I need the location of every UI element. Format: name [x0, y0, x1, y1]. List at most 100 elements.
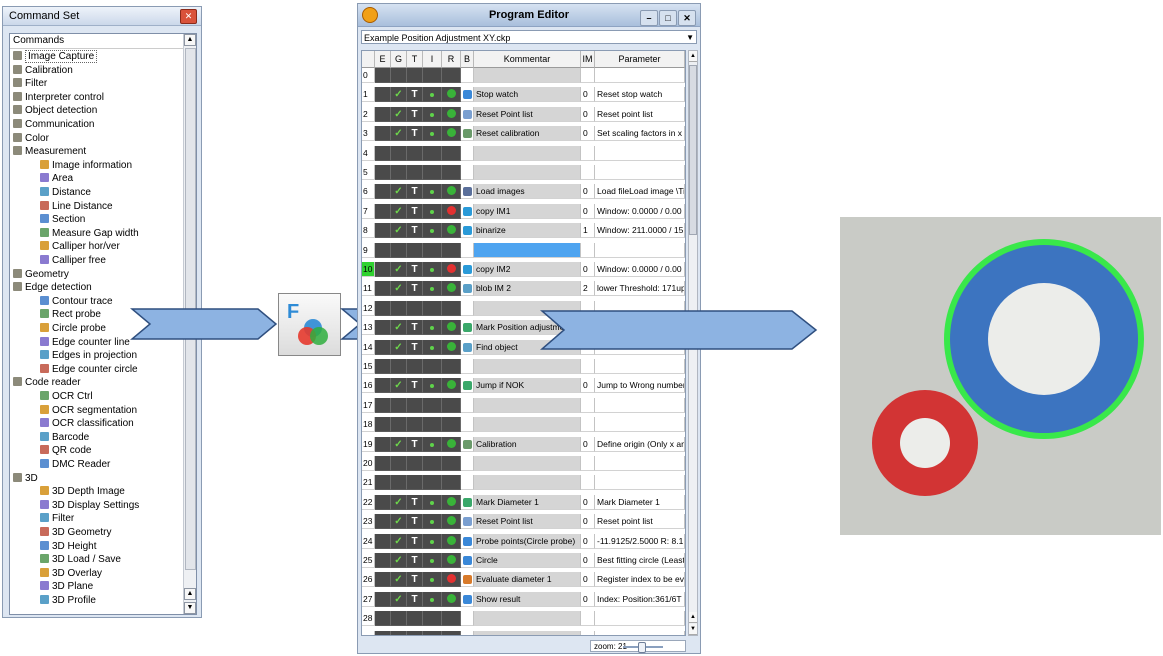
- flag-cell[interactable]: [375, 378, 391, 394]
- program-row[interactable]: 24 ✓ T Probe points(Circle probe) 0 -11.9125/…: [362, 533, 685, 549]
- image-dot-icon[interactable]: [423, 320, 442, 336]
- parameter-cell[interactable]: Reset stop watch: [595, 87, 685, 103]
- parameter-cell[interactable]: [595, 630, 685, 635]
- tree-item[interactable]: Calliper hor/ver: [40, 240, 120, 254]
- parameter-cell[interactable]: [595, 456, 685, 471]
- flag-cell[interactable]: [375, 494, 391, 510]
- program-row[interactable]: 22 ✓ T Mark Diameter 1 0 Mark Diameter 1: [362, 494, 685, 510]
- program-row[interactable]: 9: [362, 242, 685, 258]
- program-row[interactable]: 27 ✓ T Show result 0 Index: Position:361/6T: [362, 591, 685, 607]
- tree-item[interactable]: Code reader: [13, 376, 81, 390]
- tree-item[interactable]: OCR segmentation: [40, 404, 137, 418]
- comment-cell[interactable]: Reset Point list: [474, 514, 581, 530]
- result-ok-icon[interactable]: [442, 533, 461, 549]
- tree-item[interactable]: Calliper free: [40, 254, 106, 268]
- result-ok-icon[interactable]: [442, 320, 461, 336]
- comment-cell[interactable]: copy IM2: [474, 262, 581, 277]
- parameter-cell[interactable]: Define origin (Only x an: [595, 436, 685, 452]
- flag-cell[interactable]: [375, 126, 391, 142]
- result-ok-icon[interactable]: [442, 339, 461, 355]
- close-icon[interactable]: ✕: [678, 10, 696, 26]
- program-row[interactable]: 4: [362, 145, 685, 161]
- scroll-down-icon[interactable]: ▼: [689, 624, 697, 635]
- flag-cell[interactable]: [375, 339, 391, 355]
- tree-item[interactable]: 3D Display Settings: [40, 499, 139, 513]
- trigger-t-icon[interactable]: T: [407, 223, 423, 239]
- close-icon[interactable]: ✕: [180, 9, 197, 24]
- tree-item[interactable]: 3D Depth Image: [40, 485, 125, 499]
- parameter-cell[interactable]: [595, 475, 685, 491]
- tree-item[interactable]: Contour trace: [40, 295, 113, 309]
- scroll-down-icon[interactable]: ▼: [184, 602, 196, 614]
- comment-cell[interactable]: Load images: [474, 184, 581, 200]
- enabled-check-icon[interactable]: ✓: [391, 378, 407, 394]
- enabled-check-icon[interactable]: ✓: [391, 494, 407, 510]
- program-row[interactable]: 21: [362, 475, 685, 491]
- trigger-t-icon[interactable]: T: [407, 378, 423, 394]
- result-ok-icon[interactable]: [442, 436, 461, 452]
- program-row[interactable]: 29: [362, 630, 685, 635]
- flag-cell[interactable]: [375, 87, 391, 103]
- tree-item[interactable]: OCR Ctrl: [40, 390, 93, 404]
- enabled-check-icon[interactable]: ✓: [391, 184, 407, 200]
- im-cell[interactable]: [581, 145, 595, 161]
- program-row[interactable]: 5: [362, 165, 685, 180]
- result-ok-icon[interactable]: [442, 281, 461, 297]
- flag-cell[interactable]: [375, 184, 391, 200]
- tree-item[interactable]: 3D Height: [40, 540, 96, 554]
- im-cell[interactable]: 0: [581, 262, 595, 277]
- image-dot-icon[interactable]: [423, 126, 442, 142]
- tree-item[interactable]: Communication: [13, 118, 94, 132]
- tree-item[interactable]: Edge counter line: [40, 336, 130, 350]
- comment-cell[interactable]: Stop watch: [474, 87, 581, 103]
- parameter-cell[interactable]: [595, 242, 685, 258]
- im-cell[interactable]: [581, 359, 595, 374]
- scrollbar-thumb[interactable]: [689, 65, 697, 235]
- tree-item[interactable]: 3D Plane: [40, 580, 93, 594]
- enabled-check-icon[interactable]: ✓: [391, 87, 407, 103]
- image-dot-icon[interactable]: [423, 378, 442, 394]
- trigger-t-icon[interactable]: T: [407, 533, 423, 549]
- scroll-up-icon[interactable]: ▲: [184, 588, 196, 600]
- program-file-select[interactable]: Example Position Adjustment XY.ckp ▼: [361, 30, 697, 44]
- tree-item[interactable]: Edge detection: [13, 281, 92, 295]
- result-ok-icon[interactable]: [442, 553, 461, 568]
- result-ok-icon[interactable]: [442, 184, 461, 200]
- parameter-cell[interactable]: [595, 68, 685, 83]
- enabled-check-icon[interactable]: ✓: [391, 262, 407, 277]
- maximize-icon[interactable]: □: [659, 10, 677, 26]
- trigger-t-icon[interactable]: T: [407, 126, 423, 142]
- parameter-cell[interactable]: Reset point list: [595, 106, 685, 122]
- minimize-icon[interactable]: –: [640, 10, 658, 26]
- im-cell[interactable]: 0: [581, 591, 595, 607]
- trigger-t-icon[interactable]: T: [407, 106, 423, 122]
- result-ok-icon[interactable]: [442, 223, 461, 239]
- result-error-icon[interactable]: [442, 203, 461, 219]
- tree-item[interactable]: Line Distance: [40, 200, 113, 214]
- column-header[interactable]: G: [391, 51, 407, 68]
- program-row[interactable]: 0: [362, 68, 685, 83]
- comment-cell[interactable]: [474, 68, 581, 83]
- tree-item[interactable]: Filter: [13, 77, 47, 91]
- comment-cell[interactable]: Calibration: [474, 436, 581, 452]
- image-dot-icon[interactable]: [423, 87, 442, 103]
- flag-cell[interactable]: [375, 553, 391, 568]
- trigger-t-icon[interactable]: T: [407, 494, 423, 510]
- program-row[interactable]: 26 ✓ T Evaluate diameter 1 0 Register index t…: [362, 572, 685, 588]
- tree-item[interactable]: Image information: [40, 159, 132, 173]
- comment-cell[interactable]: [474, 630, 581, 635]
- program-row[interactable]: 15: [362, 359, 685, 374]
- enabled-check-icon[interactable]: ✓: [391, 572, 407, 588]
- parameter-cell[interactable]: Reset point list: [595, 514, 685, 530]
- enabled-check-icon[interactable]: ✓: [391, 106, 407, 122]
- column-header[interactable]: I: [423, 51, 442, 68]
- enabled-check-icon[interactable]: ✓: [391, 320, 407, 336]
- flag-cell[interactable]: [375, 203, 391, 219]
- im-cell[interactable]: 0: [581, 184, 595, 200]
- enabled-check-icon[interactable]: ✓: [391, 223, 407, 239]
- enabled-check-icon[interactable]: ✓: [391, 514, 407, 530]
- enabled-check-icon[interactable]: ✓: [391, 203, 407, 219]
- image-dot-icon[interactable]: [423, 533, 442, 549]
- tree-item[interactable]: DMC Reader: [40, 458, 110, 472]
- program-row[interactable]: 28: [362, 611, 685, 627]
